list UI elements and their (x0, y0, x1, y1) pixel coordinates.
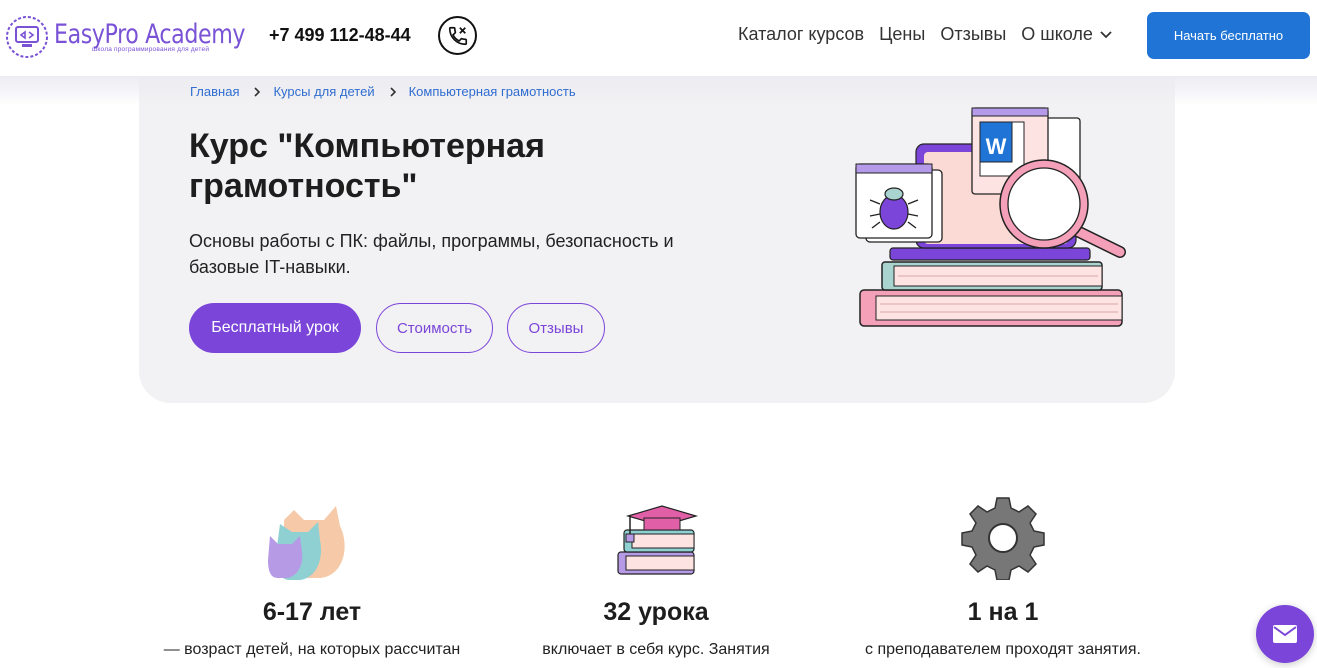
feature-age-desc: — возраст детей, на которых рассчитан (163, 641, 461, 658)
feature-age-value: 6-17 лет (262, 598, 362, 626)
nav-reviews[interactable]: Отзывы (940, 24, 1006, 45)
logo-emblem-icon (6, 16, 48, 58)
svg-text:W: W (986, 134, 1007, 159)
logo-name: EasyPro Academy (54, 19, 246, 50)
call-button[interactable] (438, 16, 477, 55)
site-header: EasyPro Academy школа программирования д… (0, 0, 1317, 106)
breadcrumb-current[interactable]: Компьютерная грамотность (409, 84, 576, 99)
nav-about-label: О школе (1021, 24, 1093, 44)
feature-lessons: 32 урока включает в себя курс. Занятия (491, 496, 821, 659)
main-nav: Каталог курсов Цены Отзывы О школе (738, 24, 1127, 45)
computer-literacy-illustration-icon: W (855, 107, 1126, 327)
chevron-right-icon (254, 86, 261, 97)
feature-age: 6-17 лет — возраст детей, на которых рас… (147, 496, 477, 659)
gear-icon (961, 497, 1045, 580)
page-title: Курс "Компьютерная грамотность" (189, 127, 545, 205)
page-subtitle: Основы работы с ПК: файлы, программы, бе… (189, 231, 674, 277)
nav-catalog[interactable]: Каталог курсов (738, 24, 864, 45)
breadcrumb-kids-courses[interactable]: Курсы для детей (273, 84, 374, 99)
nav-about[interactable]: О школе (1021, 24, 1112, 45)
feature-individual-desc: с преподавателем проходят занятия. (865, 641, 1141, 658)
mail-icon (1273, 625, 1297, 643)
feature-individual-value: 1 на 1 (967, 598, 1039, 626)
breadcrumb-home[interactable]: Главная (190, 84, 239, 99)
phone-number[interactable]: +7 499 112-48-44 (269, 25, 411, 46)
feature-lessons-desc: включает в себя курс. Занятия (542, 641, 770, 658)
contact-mail-button[interactable] (1256, 605, 1314, 663)
nav-prices[interactable]: Цены (879, 24, 925, 45)
free-lesson-button[interactable]: Бесплатный урок (189, 303, 361, 353)
books-icon (617, 505, 699, 575)
logo[interactable]: EasyPro Academy школа программирования д… (4, 14, 287, 60)
start-free-button[interactable]: Начать бесплатно (1147, 12, 1310, 59)
cats-icon (268, 506, 345, 580)
breadcrumb: Главная Курсы для детей Компьютерная гра… (190, 84, 576, 99)
reviews-button[interactable]: Отзывы (507, 303, 605, 353)
feature-lessons-value: 32 урока (603, 598, 709, 626)
phone-icon (448, 26, 467, 45)
chevron-down-icon (1100, 30, 1112, 38)
chevron-right-icon (390, 86, 396, 97)
feature-individual: 1 на 1 с преподавателем проходят занятия… (838, 496, 1168, 659)
price-button[interactable]: Стоимость (376, 303, 493, 353)
